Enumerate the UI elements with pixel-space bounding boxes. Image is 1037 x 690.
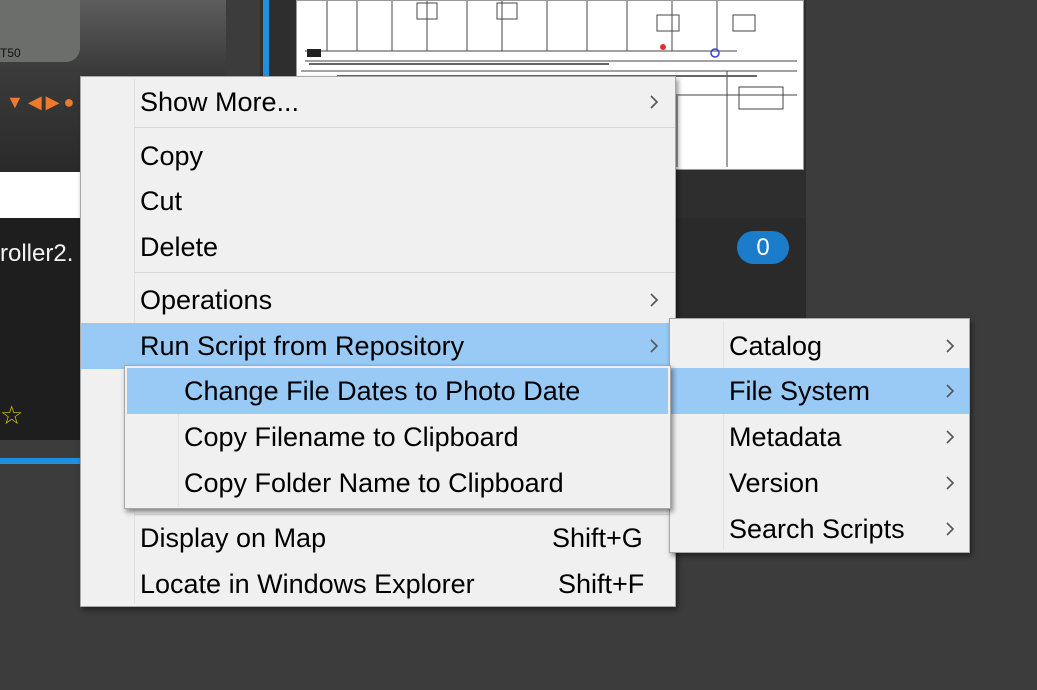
repository-submenu: Catalog File System Metadata Version Sea…	[669, 318, 970, 553]
menu-item-copy[interactable]: Copy	[81, 133, 675, 179]
menu-item-locate-in-windows-explorer[interactable]: Locate in Windows Explorer Shift+F	[81, 561, 675, 607]
submenu-item-copy-folder-name-to-clipboard[interactable]: Copy Folder Name to Clipboard	[125, 460, 670, 506]
menu-item-delete[interactable]: Delete	[81, 224, 675, 270]
chevron-right-icon	[946, 476, 955, 490]
menu-item-label: File System	[729, 376, 871, 406]
context-menu: Show More... Copy Cut Delete Operations …	[80, 76, 676, 607]
menu-item-label: Catalog	[729, 331, 823, 361]
menu-item-label: Show More...	[140, 87, 300, 117]
menu-item-label: Cut	[140, 186, 183, 216]
submenu-item-search-scripts[interactable]: Search Scripts	[670, 506, 969, 552]
version-count-badge[interactable]: 0	[737, 231, 789, 264]
menu-item-cut[interactable]: Cut	[81, 178, 675, 224]
selection-indicator	[0, 458, 80, 464]
menu-item-label: Copy	[140, 141, 204, 171]
menu-item-run-script-from-repository[interactable]: Run Script from Repository	[81, 323, 675, 369]
selection-indicator-vertical	[263, 0, 269, 80]
submenu-item-metadata[interactable]: Metadata	[670, 414, 969, 460]
chevron-right-icon	[946, 339, 955, 353]
submenu-item-version[interactable]: Version	[670, 460, 969, 506]
chevron-right-icon	[650, 339, 659, 353]
thumbnail-tile-right[interactable]	[672, 218, 806, 318]
menu-item-label: Delete	[140, 232, 219, 262]
chevron-right-icon	[650, 95, 659, 109]
chevron-right-icon	[946, 384, 955, 398]
menu-separator	[135, 127, 675, 128]
menu-item-label: Locate in Windows Explorer	[140, 569, 475, 599]
chevron-right-icon	[650, 293, 659, 307]
thumbnail-filename: roller2.	[0, 240, 74, 267]
menu-item-label: Copy Folder Name to Clipboard	[184, 468, 564, 498]
device-buttons: ▼◀▶●	[6, 92, 79, 112]
menu-item-shortcut: Shift+G	[552, 523, 643, 553]
menu-item-label: Change File Dates to Photo Date	[184, 376, 581, 406]
menu-item-label: Display on Map	[140, 523, 327, 553]
device-model-label: T50	[0, 46, 21, 60]
submenu-item-file-system[interactable]: File System	[670, 368, 969, 414]
menu-separator	[135, 272, 675, 273]
device-screen: T50	[0, 0, 80, 62]
menu-item-label: Operations	[140, 285, 273, 315]
submenu-item-catalog[interactable]: Catalog	[670, 323, 969, 369]
menu-item-label: Metadata	[729, 422, 842, 452]
chevron-right-icon	[946, 430, 955, 444]
menu-item-label: Search Scripts	[729, 514, 905, 544]
menu-item-label: Run Script from Repository	[140, 331, 465, 361]
submenu-item-copy-filename-to-clipboard[interactable]: Copy Filename to Clipboard	[125, 414, 670, 460]
menu-item-label: Version	[729, 468, 820, 498]
rating-star-icon[interactable]: ☆	[0, 402, 23, 428]
menu-item-label: Copy Filename to Clipboard	[184, 422, 519, 452]
chevron-right-icon	[946, 522, 955, 536]
menu-item-display-on-map[interactable]: Display on Map Shift+G	[81, 515, 675, 561]
file-system-submenu: Change File Dates to Photo Date Copy Fil…	[124, 365, 671, 509]
submenu-item-change-file-dates-to-photo-date[interactable]: Change File Dates to Photo Date	[127, 368, 668, 414]
menu-item-operations[interactable]: Operations	[81, 277, 675, 323]
menu-item-show-more[interactable]: Show More...	[81, 79, 675, 125]
menu-item-shortcut: Shift+F	[558, 569, 645, 599]
